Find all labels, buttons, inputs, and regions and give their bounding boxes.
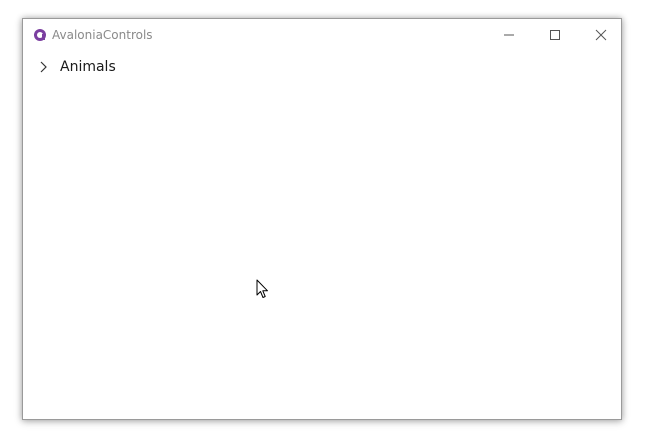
minimize-icon bbox=[504, 34, 514, 35]
tree-view: Animals bbox=[23, 54, 621, 80]
title-bar[interactable]: AvaloniaControls bbox=[23, 19, 621, 50]
mouse-cursor-icon bbox=[256, 279, 268, 298]
minimize-button[interactable] bbox=[486, 19, 532, 50]
app-window: AvaloniaControls Animals bbox=[22, 18, 622, 420]
chevron-right-icon[interactable] bbox=[36, 60, 50, 74]
tree-item-animals[interactable]: Animals bbox=[23, 54, 621, 80]
maximize-icon bbox=[550, 29, 560, 40]
close-icon bbox=[595, 29, 607, 40]
maximize-button[interactable] bbox=[532, 19, 578, 50]
window-title: AvaloniaControls bbox=[52, 28, 153, 42]
avalonia-logo-icon bbox=[34, 29, 46, 41]
screen: AvaloniaControls Animals bbox=[0, 0, 646, 439]
tree-item-label: Animals bbox=[60, 59, 116, 75]
close-button[interactable] bbox=[578, 19, 624, 50]
